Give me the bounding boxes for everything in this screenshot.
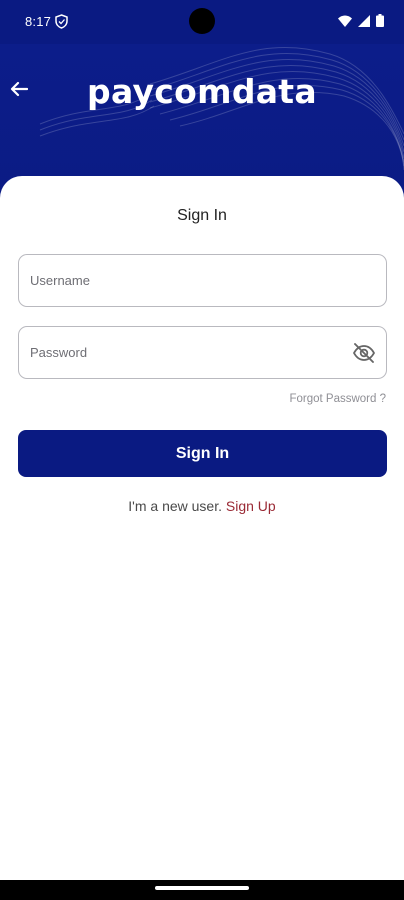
new-user-text: I'm a new user. bbox=[128, 498, 222, 514]
navigation-bar bbox=[0, 880, 404, 900]
signal-icon bbox=[358, 14, 370, 27]
eye-off-icon[interactable] bbox=[352, 341, 376, 365]
wifi-icon bbox=[338, 15, 352, 27]
shield-icon bbox=[55, 14, 68, 29]
page-title: Sign In bbox=[177, 207, 227, 224]
status-bar: 8:17 bbox=[0, 0, 404, 44]
signup-link[interactable]: Sign Up bbox=[226, 498, 276, 514]
password-input[interactable] bbox=[19, 327, 386, 378]
signin-button[interactable]: Sign In bbox=[18, 430, 387, 477]
forgot-password-link[interactable]: Forgot Password ? bbox=[289, 393, 386, 405]
app-logo: paycomdata bbox=[87, 72, 317, 111]
username-field[interactable] bbox=[18, 254, 387, 307]
password-field[interactable] bbox=[18, 326, 387, 379]
username-input[interactable] bbox=[19, 255, 386, 306]
new-user-prompt: I'm a new user. Sign Up bbox=[0, 498, 404, 514]
status-time: 8:17 bbox=[25, 14, 52, 29]
camera-cutout bbox=[189, 8, 215, 34]
signin-card: Sign In Forgot Password ? Sign In I'm a … bbox=[0, 176, 404, 880]
status-icons bbox=[338, 14, 384, 27]
battery-icon bbox=[376, 14, 384, 27]
home-indicator[interactable] bbox=[155, 886, 249, 890]
